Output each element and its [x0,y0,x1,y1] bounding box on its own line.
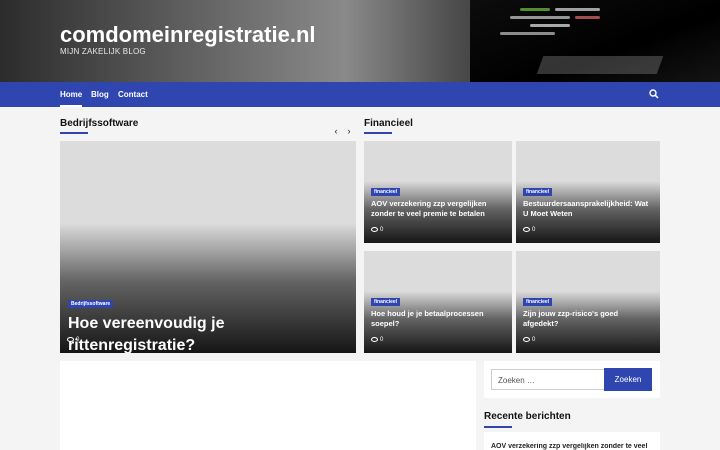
post-comments[interactable]: 0 [523,337,535,343]
post-title[interactable]: Hoe houd je je betaalprocessen soepel? [371,309,506,329]
comment-icon [371,337,378,342]
post-title[interactable]: Bestuurdersaansprakelijkheid: Wat U Moet… [523,199,655,219]
recent-post-link[interactable]: AOV verzekering zzp vergelijken zonder t… [491,443,653,450]
main-content-area [60,361,476,450]
dock-image [536,56,664,74]
post-title[interactable]: AOV verzekering zzp vergelijken zonder t… [371,199,506,219]
featured-category-badge[interactable]: Bedrijfssoftware [68,300,114,308]
post-title[interactable]: Zijn jouw zzp-risico's goed afgedekt? [523,309,655,329]
slider-next-button[interactable]: › [344,126,354,136]
nav-item-blog[interactable]: Blog [91,90,109,99]
comment-icon [371,227,378,232]
site-title[interactable]: comdomeinregistratie.nl [60,22,316,48]
post-comments[interactable]: 0 [523,227,535,233]
comment-icon [523,227,530,232]
post-comments[interactable]: 0 [371,337,383,343]
category-badge[interactable]: financieel [371,298,401,306]
nav-item-contact[interactable]: Contact [118,90,148,99]
post-card[interactable]: financieel Hoe houd je je betaalprocesse… [364,251,512,353]
site-tagline: MIJN ZAKELIJK BLOG [60,47,146,56]
post-card[interactable]: financieel AOV verzekering zzp vergelijk… [364,141,512,243]
search-input[interactable]: Zoeken … [491,369,605,390]
category-badge[interactable]: financieel [371,188,401,196]
comment-count: 0 [532,337,536,343]
featured-comments[interactable]: 0 [67,337,79,343]
comment-count: 0 [76,337,80,343]
comment-count: 0 [380,227,384,233]
category-badge[interactable]: financieel [523,298,553,306]
search-icon[interactable] [649,89,659,99]
section-title-bedrijfssoftware: Bedrijfssoftware [60,118,139,134]
comment-count: 0 [532,227,536,233]
search-button[interactable]: Zoeken [604,368,652,391]
section-title-financieel: Financieel [364,118,413,134]
header-background-image [470,0,720,82]
featured-post-title[interactable]: Hoe vereenvoudig je rittenregistratie? [68,313,348,353]
comment-icon [523,337,530,342]
category-badge[interactable]: financieel [523,188,553,196]
recent-posts-title: Recente berichten [484,411,571,428]
comment-count: 0 [380,337,384,343]
main-navigation: Home Blog Contact [0,82,720,107]
post-comments[interactable]: 0 [371,227,383,233]
nav-item-home[interactable]: Home [60,90,83,107]
slider-prev-button[interactable]: ‹ [331,126,341,136]
featured-post-card[interactable]: Bedrijfssoftware Hoe vereenvoudig je rit… [60,141,356,353]
comment-icon [67,337,74,342]
post-card[interactable]: financieel Bestuurdersaansprakelijkheid:… [516,141,660,243]
post-card[interactable]: financieel Zijn jouw zzp-risico's goed a… [516,251,660,353]
